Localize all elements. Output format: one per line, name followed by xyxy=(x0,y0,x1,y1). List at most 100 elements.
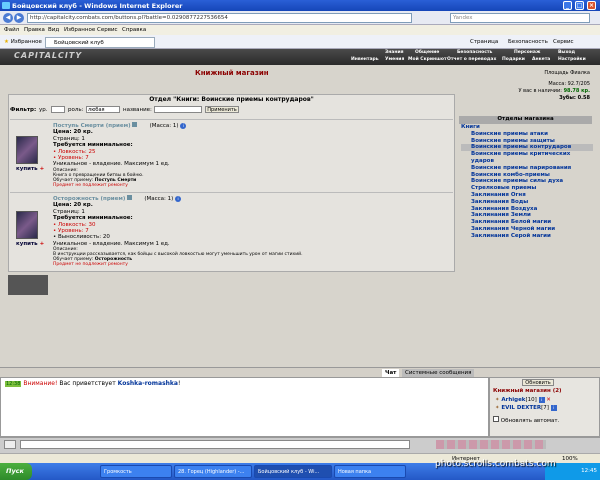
user-name[interactable]: Arhigek xyxy=(501,397,525,403)
browser-tab[interactable]: Бойцовский клуб xyxy=(45,37,155,48)
start-button[interactable]: Пуск xyxy=(0,463,32,480)
dept-item[interactable]: Воинские приемы силы духа xyxy=(461,178,593,185)
dept-item[interactable]: Заклинания Серой магии xyxy=(461,233,593,240)
buy-button[interactable]: купить + xyxy=(16,241,44,247)
online-user: ✦ Arhigek[10] i ✕ xyxy=(495,397,551,403)
item-link-icon[interactable] xyxy=(132,122,138,127)
user-info-icon[interactable]: i xyxy=(538,397,545,403)
zoom-label[interactable]: 100% xyxy=(562,456,578,462)
menu-settings[interactable]: Настройки xyxy=(558,57,586,62)
auto-refresh-checkbox[interactable] xyxy=(493,416,499,422)
window-titlebar: Бойцовский клуб - Windows Internet Explo… xyxy=(0,0,600,11)
dept-item[interactable]: Заклинания Черной магии xyxy=(461,226,593,233)
message-username[interactable]: Koshka-romashka xyxy=(118,380,178,387)
task-highlander[interactable]: 28. Горец (Highlander) -... xyxy=(174,465,252,478)
dept-item[interactable]: Стрелковые приемы xyxy=(461,185,593,192)
item-name[interactable]: Осторожность (прием) xyxy=(53,196,125,202)
chat-tabs: Чат Системные сообщения xyxy=(0,367,600,377)
apply-button[interactable]: Применить xyxy=(205,106,239,113)
menu-bar: Файл Правка Вид Избранное Сервис Справка xyxy=(0,25,600,35)
dept-item[interactable]: Воинские приемы критических ударов xyxy=(461,151,593,165)
role-label: роль: xyxy=(68,107,84,113)
user-level: [7] xyxy=(541,405,549,411)
safety-menu[interactable]: Безопасность xyxy=(508,39,548,45)
forward-icon[interactable]: ▶ xyxy=(14,13,24,23)
tab-chat[interactable]: Чат xyxy=(382,369,400,377)
item-mass: (Масса: 1) xyxy=(149,123,179,129)
menu-profile[interactable]: Анкета xyxy=(532,57,550,62)
info-icon[interactable]: i xyxy=(175,196,182,202)
menu-communication[interactable]: Общение xyxy=(415,50,439,55)
chat-toolbar-icons[interactable] xyxy=(436,440,546,449)
chat-input[interactable] xyxy=(20,440,410,449)
dept-item[interactable]: Заклинания Воды xyxy=(461,199,593,206)
dept-item[interactable]: Воинские приемы атаки xyxy=(461,131,593,138)
teeth-label: Зубы: 0.58 xyxy=(559,95,590,101)
dept-item[interactable]: Воинские приемы парирования xyxy=(461,165,593,172)
buy-button[interactable]: купить + xyxy=(16,166,44,172)
filter-bar: Фильтр: ур. роль: любая название: Примен… xyxy=(8,106,455,114)
item-name-row: Осторожность (прием) (Масса: 1) i xyxy=(53,195,303,202)
task-new-folder[interactable]: Новая папка xyxy=(334,465,406,478)
tab-system-messages[interactable]: Системные сообщения xyxy=(402,369,475,377)
dept-item-selected[interactable]: Воинские приемы контрударов xyxy=(461,144,593,152)
name-input[interactable] xyxy=(154,106,202,113)
dept-books[interactable]: Книги xyxy=(461,124,593,131)
task-combats[interactable]: Бойцовский клуб - Wi... xyxy=(254,465,332,478)
item-link-icon[interactable] xyxy=(127,195,133,200)
dept-item[interactable]: Воинские комбо-приемы xyxy=(461,172,593,179)
requirement-text: Уровень: 7 xyxy=(58,228,89,235)
level-input[interactable] xyxy=(51,106,65,113)
menu-exit[interactable]: Выход xyxy=(558,50,575,55)
menu-help[interactable]: Справка xyxy=(122,27,146,33)
search-input[interactable]: Yandex xyxy=(450,13,590,23)
level-label: ур. xyxy=(39,107,48,113)
menu-character[interactable]: Персонаж xyxy=(514,50,540,55)
repair-note: Предмет не подлежит ремонту xyxy=(53,182,128,188)
menu-knowledge[interactable]: Знания xyxy=(385,50,404,55)
menu-file[interactable]: Файл xyxy=(4,27,19,33)
menu-tools[interactable]: Сервис xyxy=(97,27,118,33)
message-time: 12:38 xyxy=(5,381,22,387)
dept-item[interactable]: Воинские приемы защиты xyxy=(461,138,593,145)
maximize-button[interactable]: □ xyxy=(575,1,584,10)
chat-mode-icon[interactable] xyxy=(4,440,16,449)
refresh-button[interactable]: Обновить xyxy=(522,379,554,386)
menu-favorites[interactable]: Избранное xyxy=(64,27,95,33)
browser-tab-label: Бойцовский клуб xyxy=(54,40,104,46)
tools-menu[interactable]: Сервис xyxy=(553,39,574,45)
menu-gifts[interactable]: Подарки xyxy=(502,57,525,62)
menu-inventory[interactable]: Инвентарь xyxy=(351,57,379,62)
room-title: Книжный магазин (2) xyxy=(493,388,562,394)
auto-refresh-row: Обновлять автомат. xyxy=(493,416,559,424)
departments-list: Книги Воинские приемы атаки Воинские при… xyxy=(461,124,593,240)
menu-security[interactable]: Безопасность xyxy=(457,50,492,55)
menu-edit[interactable]: Правка xyxy=(24,27,45,33)
minimize-button[interactable]: _ xyxy=(563,1,572,10)
dept-item[interactable]: Заклинания Воздуха xyxy=(461,206,593,213)
user-avatar-icon: ✦ xyxy=(495,405,500,411)
money-row: У вас в наличии: 98.78 кр. xyxy=(500,88,590,95)
info-icon[interactable]: i xyxy=(180,123,187,129)
item-name[interactable]: Поступь Смерти (прием) xyxy=(53,123,131,129)
menu-screenshot[interactable]: Мой Скриншот xyxy=(408,57,447,62)
message-end: ! xyxy=(177,380,181,387)
user-name[interactable]: EVIL DEXTER xyxy=(501,405,541,411)
user-info-icon[interactable]: i xyxy=(550,405,557,411)
requirement-text: Уровень: 7 xyxy=(58,155,89,162)
favorites-button[interactable]: ★ Избранное xyxy=(4,39,42,45)
task-volume[interactable]: Громкость xyxy=(100,465,172,478)
menu-transfers[interactable]: Отчет о переводах xyxy=(447,57,496,62)
close-button[interactable]: × xyxy=(587,1,596,10)
page-menu[interactable]: Страница xyxy=(470,39,498,45)
window-title: Бойцовский клуб - Windows Internet Explo… xyxy=(12,2,183,10)
address-toolbar: ◀ ▶ http://capitalcity.combats.com/butto… xyxy=(0,11,600,25)
back-icon[interactable]: ◀ xyxy=(3,13,13,23)
dept-item[interactable]: Заклинания Белой магии xyxy=(461,219,593,226)
role-select[interactable]: любая xyxy=(86,106,120,113)
address-input[interactable]: http://capitalcity.combats.com/buttons.p… xyxy=(27,13,412,23)
menu-skills[interactable]: Умения xyxy=(385,57,404,62)
dept-item[interactable]: Заклинания Огня xyxy=(461,192,593,199)
menu-view[interactable]: Вид xyxy=(48,27,59,33)
online-panel: Обновить Книжный магазин (2) ✦ Arhigek[1… xyxy=(489,377,600,437)
